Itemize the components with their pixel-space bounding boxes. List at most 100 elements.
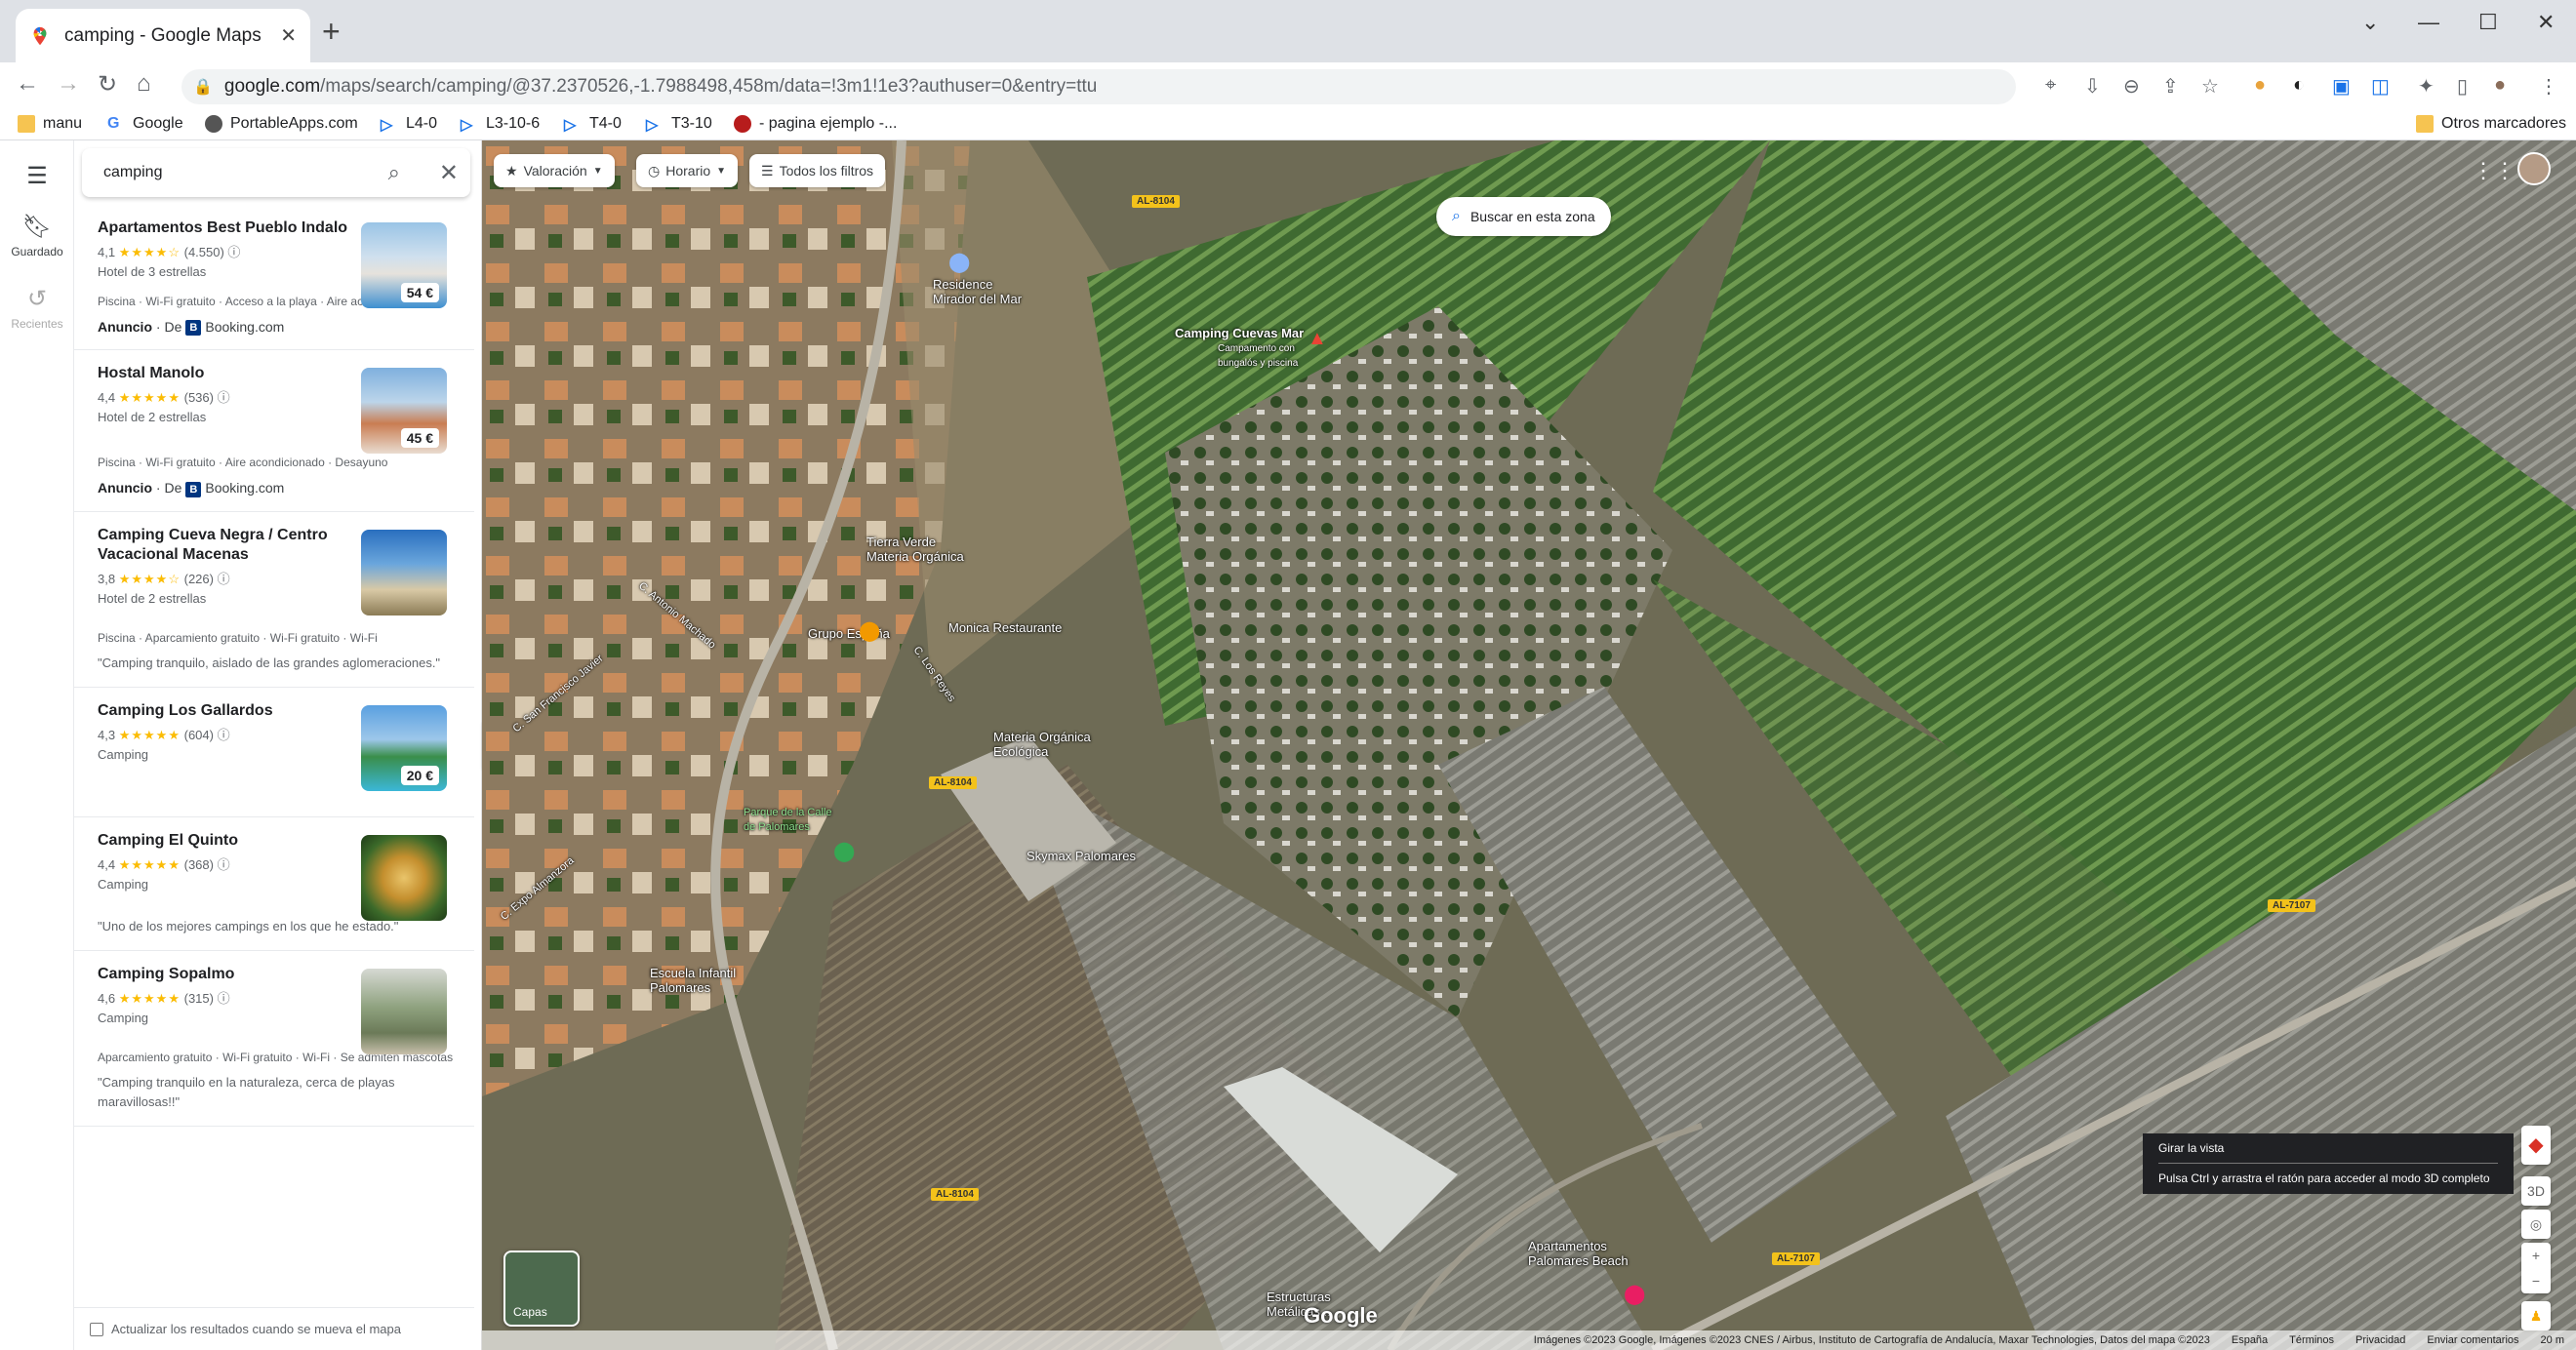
result-name[interactable]: Hostal Manolo xyxy=(98,364,377,383)
zoom-out-icon[interactable]: − xyxy=(2532,1273,2540,1289)
account-avatar[interactable] xyxy=(2517,152,2551,185)
bookmark-portableapps[interactable]: PortableApps.com xyxy=(205,115,358,133)
location-icon[interactable]: ⌖ xyxy=(2045,74,2056,97)
tab-search-icon[interactable]: ⌄ xyxy=(2361,10,2379,35)
result-photo[interactable] xyxy=(361,529,447,615)
park-marker-icon[interactable]: ⬤ xyxy=(833,839,855,863)
camping-marker-icon[interactable]: ▲ xyxy=(1308,328,1327,350)
scale-bar[interactable]: 20 m xyxy=(2541,1334,2564,1346)
extension-save-icon[interactable]: ▣ xyxy=(2332,74,2351,99)
close-tab-icon[interactable]: ✕ xyxy=(280,23,297,48)
map-canvas[interactable]: ★ Valoración ▼ ◷ Horario ▼ ☰ Todos los filtro… xyxy=(482,140,2576,1350)
result-review-quote: "Camping tranquilo, aislado de las grand… xyxy=(98,655,441,670)
dropdown-arrow-icon: ▼ xyxy=(592,165,603,177)
zoom-controls[interactable]: + − xyxy=(2521,1243,2551,1293)
rail-recent[interactable]: ↺ Recientes xyxy=(0,285,74,331)
menu-button[interactable]: ☰ xyxy=(0,162,74,194)
layers-button[interactable]: Capas xyxy=(503,1251,580,1327)
extension-dark-icon[interactable]: ◐ xyxy=(2293,74,2305,97)
result-item[interactable]: Camping Los Gallardos 4,3 ★★★★★ (604) ⓘ … xyxy=(74,688,474,817)
map-place-label[interactable]: Escuela Infantil Palomares xyxy=(650,966,736,995)
footer-link[interactable]: Enviar comentarios xyxy=(2427,1334,2518,1346)
result-photo[interactable] xyxy=(361,834,447,921)
result-photo[interactable]: 45 € xyxy=(361,368,447,455)
all-filters-chip[interactable]: ☰ Todos los filtros xyxy=(749,154,886,187)
search-box[interactable]: camping ⌕ ✕ xyxy=(82,148,470,197)
update-on-move-option[interactable]: Actualizar los resultados cuando se muev… xyxy=(74,1307,474,1350)
result-photo[interactable]: 20 € xyxy=(361,704,447,791)
clear-search-icon[interactable]: ✕ xyxy=(439,159,459,187)
pegman-icon[interactable]: ♟ xyxy=(2521,1301,2551,1330)
address-bar[interactable]: 🔒 google.com/maps/search/camping/@37.237… xyxy=(181,69,2016,104)
result-name[interactable]: Camping Cueva Negra / Centro Vacacional … xyxy=(98,526,377,565)
map-place-label[interactable]: Camping Cuevas Mar xyxy=(1175,326,1304,340)
profile-avatar-icon[interactable]: ● xyxy=(2494,74,2506,97)
forward-button[interactable]: → xyxy=(57,70,80,98)
home-button[interactable]: ⌂ xyxy=(137,70,151,98)
footer-link[interactable]: Términos xyxy=(2289,1334,2334,1346)
new-tab-button[interactable]: + xyxy=(322,14,341,50)
extensions-puzzle-icon[interactable]: ✦ xyxy=(2418,74,2435,99)
back-button[interactable]: ← xyxy=(16,70,39,98)
result-name[interactable]: Camping Sopalmo xyxy=(98,965,377,984)
browser-tab[interactable]: camping - Google Maps ✕ xyxy=(16,9,310,62)
map-place-label[interactable]: Residence Mirador del Mar xyxy=(933,277,1022,306)
result-photo[interactable] xyxy=(361,968,447,1054)
map-pin-icon[interactable]: ⬤ xyxy=(948,250,970,274)
side-panel-icon[interactable]: ▯ xyxy=(2457,74,2468,99)
bookmark-other[interactable]: Otros marcadores xyxy=(2416,115,2566,133)
zoom-icon[interactable]: ⊖ xyxy=(2123,74,2140,99)
folder-icon xyxy=(2416,115,2434,133)
extension-cookie-icon[interactable]: ● xyxy=(2254,74,2266,97)
result-name[interactable]: Camping Los Gallardos xyxy=(98,701,377,721)
bookmark-l4-0[interactable]: ▷ L4-0 xyxy=(381,115,437,134)
bookmark-google[interactable]: G Google xyxy=(107,115,183,133)
result-item[interactable]: Apartamentos Best Pueblo Indalo 4,1 ★★★★… xyxy=(74,205,474,351)
bookmark-l3-10-6[interactable]: ▷ L3-10-6 xyxy=(461,115,540,134)
map-place-label[interactable]: Parque de la Calle de Palomares xyxy=(744,806,832,835)
zoom-in-icon[interactable]: + xyxy=(2532,1248,2540,1263)
map-place-label[interactable]: Tierra Verde Materia Orgánica xyxy=(866,535,964,564)
install-icon[interactable]: ⇩ xyxy=(2084,74,2101,99)
footer-link[interactable]: Privacidad xyxy=(2355,1334,2405,1346)
result-item[interactable]: Camping Sopalmo 4,6 ★★★★★ (315) ⓘ Campin… xyxy=(74,951,474,1127)
minimize-button[interactable]: — xyxy=(2418,10,2439,35)
restaurant-marker-icon[interactable]: ⬤ xyxy=(859,618,880,643)
map-place-label[interactable]: Apartamentos Palomares Beach xyxy=(1528,1239,1629,1268)
result-photo[interactable]: 54 € xyxy=(361,222,447,308)
update-checkbox[interactable] xyxy=(90,1322,103,1336)
bookmark-t4-0[interactable]: ▷ T4-0 xyxy=(564,115,622,134)
tilt-3d-button[interactable]: 3D xyxy=(2521,1176,2551,1206)
result-name[interactable]: Camping El Quinto xyxy=(98,831,377,851)
bookmark-manu[interactable]: manu xyxy=(18,115,82,133)
maximize-button[interactable]: ☐ xyxy=(2478,10,2498,35)
extension-window-icon[interactable]: ◫ xyxy=(2371,74,2390,99)
reload-button[interactable]: ↻ xyxy=(98,70,117,99)
share-icon[interactable]: ⇪ xyxy=(2162,74,2179,99)
result-rating: 3,8 ★★★★☆ (226) ⓘ xyxy=(98,571,230,586)
my-location-icon[interactable]: ◎ xyxy=(2521,1210,2551,1239)
bookmark-t3-10[interactable]: ▷ T3-10 xyxy=(646,115,712,134)
rail-saved[interactable]: 🔖︎ Guardado xyxy=(0,213,74,258)
bookmark-star-icon[interactable]: ☆ xyxy=(2201,74,2219,99)
result-item[interactable]: Hostal Manolo 4,4 ★★★★★ (536) ⓘ Hotel de… xyxy=(74,350,474,512)
hotel-marker-icon[interactable]: ⬤ xyxy=(1624,1282,1645,1306)
lock-icon[interactable]: 🔒 xyxy=(193,77,213,97)
result-name[interactable]: Apartamentos Best Pueblo Indalo xyxy=(98,218,377,238)
filter-hours-chip[interactable]: ◷ Horario ▼ xyxy=(636,154,739,187)
result-item[interactable]: Camping Cueva Negra / Centro Vacacional … xyxy=(74,512,474,688)
result-item[interactable]: Camping El Quinto 4,4 ★★★★★ (368) ⓘ Camp… xyxy=(74,817,474,951)
close-window-button[interactable]: ✕ xyxy=(2537,10,2555,35)
map-place-label[interactable]: Materia Orgánica Ecológica xyxy=(993,730,1091,759)
filter-rating-chip[interactable]: ★ Valoración ▼ xyxy=(494,154,615,187)
compass-icon[interactable]: ◆ xyxy=(2521,1126,2551,1165)
tab-strip: camping - Google Maps ✕ + ⌄ — ☐ ✕ xyxy=(0,0,2576,62)
search-icon[interactable]: ⌕ xyxy=(388,160,400,185)
menu-kebab-icon[interactable]: ⋮ xyxy=(2539,74,2558,99)
map-place-label[interactable]: Monica Restaurante xyxy=(948,620,1062,635)
search-this-area-button[interactable]: ⌕ Buscar en esta zona xyxy=(1436,197,1611,236)
map-place-label[interactable]: Skymax Palomares xyxy=(1026,849,1136,863)
footer-link[interactable]: España xyxy=(2232,1334,2268,1346)
bookmark-pagina-ejemplo[interactable]: - pagina ejemplo -... xyxy=(734,115,897,133)
search-input[interactable]: camping xyxy=(103,164,388,181)
